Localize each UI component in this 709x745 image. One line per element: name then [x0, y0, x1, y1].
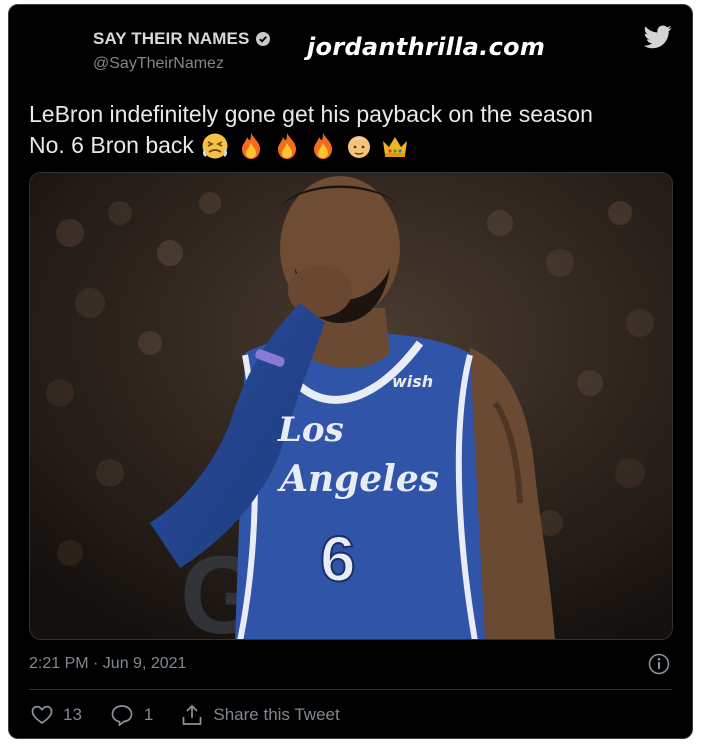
verified-badge-icon — [256, 32, 271, 46]
fire-icon — [277, 132, 296, 159]
tweet-text: LeBron indefinitely gone get his payback… — [29, 99, 669, 161]
tweet-text-line-1: LeBron indefinitely gone get his payback… — [29, 101, 593, 127]
heart-icon — [31, 705, 53, 725]
fire-icon — [241, 132, 260, 159]
fire-icon — [313, 132, 332, 159]
info-icon[interactable] — [648, 653, 670, 675]
author-name-row[interactable]: SAY THEIR NAMES — [93, 29, 271, 49]
reply-icon — [111, 705, 133, 726]
like-button[interactable]: 13 — [31, 705, 82, 725]
jersey-sponsor: wish — [392, 372, 433, 391]
display-name[interactable]: SAY THEIR NAMES — [93, 29, 249, 49]
tweet-timestamp[interactable]: 2:21 PM · Jun 9, 2021 — [29, 655, 186, 673]
author-handle[interactable]: @SayTheirNamez — [93, 55, 224, 73]
player-photo-illustration: G wish Los Angeles 6 — [30, 173, 672, 639]
share-icon — [183, 704, 202, 725]
tweet-card: SAY THEIR NAMES @SayTheirNamez jordanthr… — [8, 4, 693, 739]
reply-count: 1 — [143, 705, 154, 724]
tweet-actions: 13 1 Share this Tweet — [31, 704, 368, 726]
watermark-text: jordanthrilla.com — [307, 33, 546, 61]
avatar[interactable] — [29, 27, 77, 75]
reply-button[interactable]: 1 — [110, 704, 153, 726]
jersey-city-line-1: Los — [277, 410, 344, 450]
share-button[interactable]: Share this Tweet — [181, 704, 340, 726]
tweet-text-line-2: No. 6 Bron back — [29, 132, 194, 158]
crown-icon — [382, 136, 407, 157]
jersey-number: 6 — [320, 523, 356, 595]
share-label: Share this Tweet — [213, 705, 340, 724]
persevering-face-icon — [202, 133, 228, 158]
like-count: 13 — [63, 705, 82, 724]
jersey-city-line-2: Angeles — [277, 458, 439, 500]
twitter-bird-icon[interactable] — [644, 25, 672, 49]
tweet-text-line-2-row: No. 6 Bron back — [29, 130, 669, 161]
tweet-photo[interactable]: G wish Los Angeles 6 — [29, 172, 673, 640]
divider — [29, 689, 672, 690]
old-man-icon — [347, 135, 370, 158]
